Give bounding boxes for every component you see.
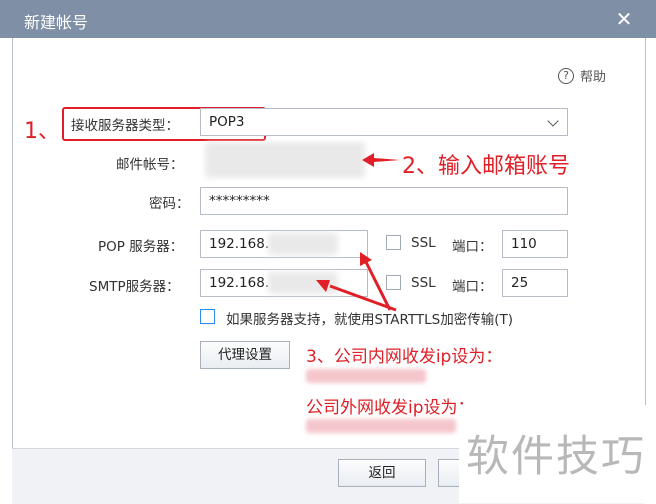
chevron-down-icon: [547, 115, 559, 127]
smtp-label: SMTP服务器：: [89, 279, 180, 295]
server-type-select[interactable]: POP3: [200, 108, 568, 136]
server-type-label: 接收服务器类型：: [71, 118, 179, 134]
email-label: 邮件帐号：: [116, 157, 184, 173]
annotation-step3: 3、公司内网收发ip设为：: [306, 347, 503, 367]
internal-ip-blurred: [306, 369, 426, 383]
title-bar: 新建帐号 ✕: [0, 0, 656, 38]
arrow-step3-icon: [316, 252, 397, 312]
password-value: *********: [209, 193, 270, 209]
external-ip-blurred: [306, 419, 456, 433]
help-icon: ?: [558, 67, 574, 84]
proxy-settings-button[interactable]: 代理设置: [200, 341, 290, 369]
close-icon[interactable]: ✕: [614, 9, 634, 29]
smtp-port-value: 25: [511, 275, 529, 291]
arrow-step2-icon: [362, 153, 400, 167]
password-field[interactable]: *********: [200, 187, 568, 215]
password-label: 密码：: [149, 196, 190, 212]
email-blurred[interactable]: [205, 142, 365, 178]
annotation-step3b: 公司外网收发ip设为：: [306, 398, 475, 418]
help-link[interactable]: ? 帮助: [558, 66, 606, 85]
pop-server-value: 192.168.: [209, 236, 270, 252]
annotation-step1: 1、: [24, 119, 60, 144]
pop-ssl-label: SSL: [411, 235, 436, 251]
watermark-text: 软件技巧: [466, 432, 646, 482]
smtp-port-label: 端口：: [452, 279, 493, 295]
help-label: 帮助: [580, 70, 607, 85]
pop-port-label: 端口：: [452, 239, 493, 255]
pop-label: POP 服务器：: [98, 239, 184, 255]
pop-ssl-checkbox[interactable]: [386, 235, 401, 250]
smtp-server-value: 192.168.: [209, 275, 270, 291]
starttls-checkbox[interactable]: [200, 309, 215, 324]
annotation-step2: 2、输入邮箱账号: [402, 154, 570, 179]
pop-port-value: 110: [511, 236, 537, 252]
server-type-value: POP3: [209, 114, 245, 130]
smtp-ssl-label: SSL: [411, 275, 436, 291]
back-button[interactable]: 返回: [338, 459, 426, 487]
smtp-port-input[interactable]: 25: [502, 269, 568, 297]
pop-port-input[interactable]: 110: [502, 230, 568, 258]
dialog-title: 新建帐号: [24, 13, 89, 32]
